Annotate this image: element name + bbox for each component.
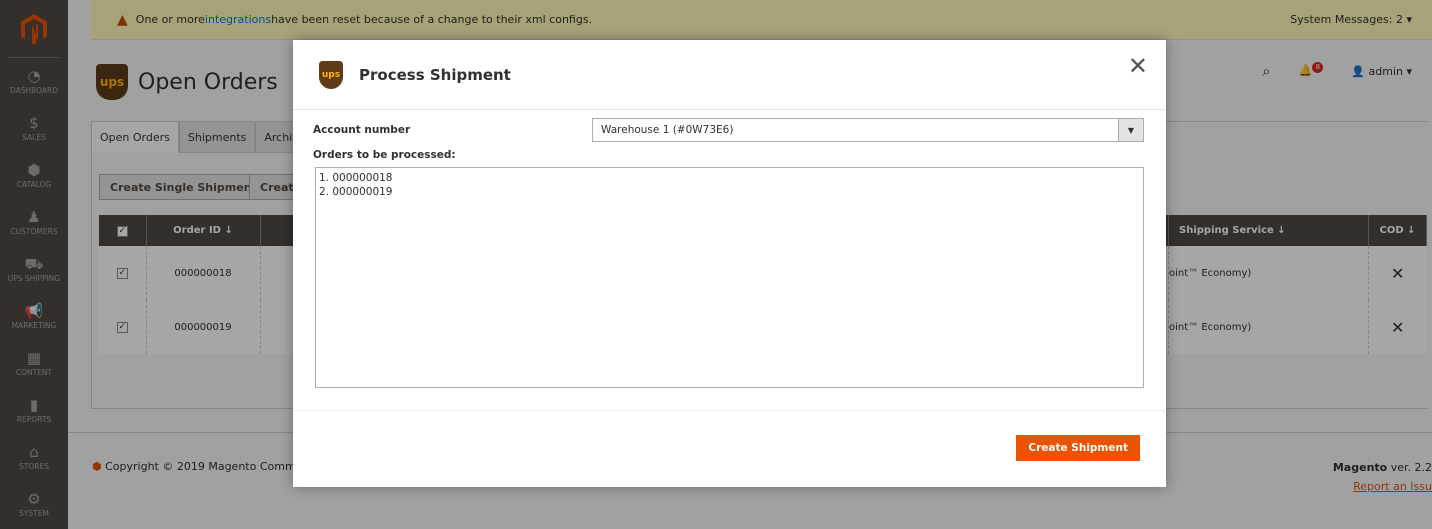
close-icon[interactable]: ✕ <box>1128 52 1148 80</box>
account-number-select[interactable]: Warehouse 1 (#0W73E6) ▼ <box>592 118 1144 142</box>
chevron-down-icon: ▼ <box>1118 119 1143 141</box>
orders-label: Orders to be processed: <box>313 149 456 161</box>
account-number-label: Account number <box>313 124 411 136</box>
process-shipment-modal: ups Process Shipment ✕ Account number War… <box>293 40 1166 487</box>
create-shipment-button[interactable]: Create Shipment <box>1016 435 1140 461</box>
orders-textarea[interactable]: 1. 000000018 2. 000000019 <box>315 167 1144 388</box>
modal-title: Process Shipment <box>359 65 511 84</box>
ups-logo: ups <box>319 60 343 89</box>
modal-footer-divider <box>293 410 1166 411</box>
